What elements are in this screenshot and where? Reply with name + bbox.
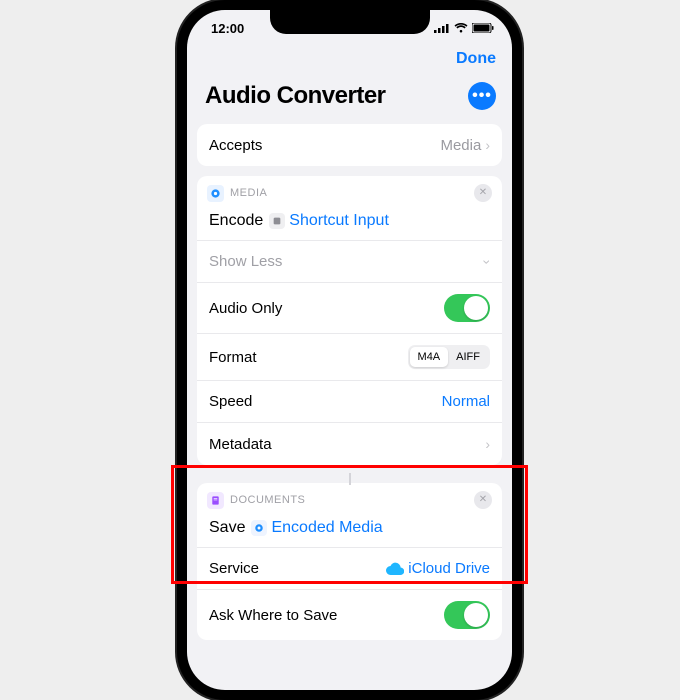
page-title: Audio Converter [205, 82, 386, 110]
format-row: Format M4A AIFF [197, 334, 502, 381]
accepts-card: Accepts Media › [197, 124, 502, 166]
speed-label: Speed [209, 393, 252, 410]
cellular-signal-icon [434, 23, 450, 33]
title-row: Audio Converter ••• [187, 76, 512, 124]
accepts-label: Accepts [209, 137, 262, 154]
chevron-right-icon: › [485, 137, 490, 153]
encoded-media-token[interactable]: Encoded Media [251, 519, 382, 537]
save-action-header: DOCUMENTS ✕ [197, 483, 502, 513]
encode-action-header: MEDIA ✕ [197, 176, 502, 206]
speed-row[interactable]: Speed Normal [197, 381, 502, 423]
documents-app-icon [207, 492, 224, 509]
service-value: iCloud Drive [386, 560, 490, 577]
ellipsis-icon: ••• [472, 87, 492, 105]
wifi-icon [454, 23, 468, 33]
format-option-aiff[interactable]: AIFF [448, 347, 488, 367]
header: Done [187, 46, 512, 76]
encode-verb: Encode [209, 212, 263, 230]
delete-encode-button[interactable]: ✕ [474, 184, 492, 202]
close-icon: ✕ [479, 495, 487, 505]
audio-only-toggle[interactable] [444, 294, 490, 322]
close-icon: ✕ [479, 188, 487, 198]
media-app-icon [207, 185, 224, 202]
battery-icon [472, 23, 494, 33]
show-less-label: Show Less [209, 253, 282, 270]
save-verb: Save [209, 519, 245, 537]
format-option-m4a[interactable]: M4A [410, 347, 449, 367]
speed-value: Normal [442, 393, 490, 410]
format-label: Format [209, 349, 257, 366]
accepts-value: Media › [440, 137, 490, 154]
service-label: Service [209, 560, 259, 577]
metadata-label: Metadata [209, 436, 272, 453]
format-segmented-control[interactable]: M4A AIFF [408, 345, 490, 369]
encode-action-main: Encode Shortcut Input [197, 206, 502, 241]
more-options-button[interactable]: ••• [468, 82, 496, 110]
media-variable-icon [251, 520, 267, 536]
magic-variable-icon [269, 213, 285, 229]
chevron-down-icon: › [480, 259, 496, 264]
show-less-row[interactable]: Show Less › [197, 241, 502, 283]
ask-where-toggle[interactable] [444, 601, 490, 629]
status-indicators [434, 23, 494, 33]
save-action-card: DOCUMENTS ✕ Save Encoded Media Service [197, 483, 502, 640]
save-action-main: Save Encoded Media [197, 513, 502, 548]
ask-where-label: Ask Where to Save [209, 607, 337, 624]
done-button[interactable]: Done [456, 50, 496, 68]
phone-screen: 12:00 Done Audio Converter ••• [187, 10, 512, 690]
phone-notch [270, 10, 430, 34]
ask-where-row: Ask Where to Save [197, 590, 502, 640]
metadata-chevron: › [485, 436, 490, 452]
metadata-row[interactable]: Metadata › [197, 423, 502, 465]
shortcut-input-token[interactable]: Shortcut Input [269, 212, 389, 230]
phone-frame: 12:00 Done Audio Converter ••• [177, 0, 522, 700]
audio-only-label: Audio Only [209, 300, 282, 317]
encode-section-label: MEDIA [230, 187, 267, 199]
service-row[interactable]: Service iCloud Drive [197, 548, 502, 590]
encode-action-card: MEDIA ✕ Encode Shortcut Input Show Less … [197, 176, 502, 465]
audio-only-row: Audio Only [197, 283, 502, 334]
delete-save-button[interactable]: ✕ [474, 491, 492, 509]
chevron-right-icon: › [485, 436, 490, 452]
status-time: 12:00 [211, 21, 244, 36]
save-section-label: DOCUMENTS [230, 494, 305, 506]
icloud-icon [386, 562, 404, 576]
accepts-row[interactable]: Accepts Media › [197, 124, 502, 166]
